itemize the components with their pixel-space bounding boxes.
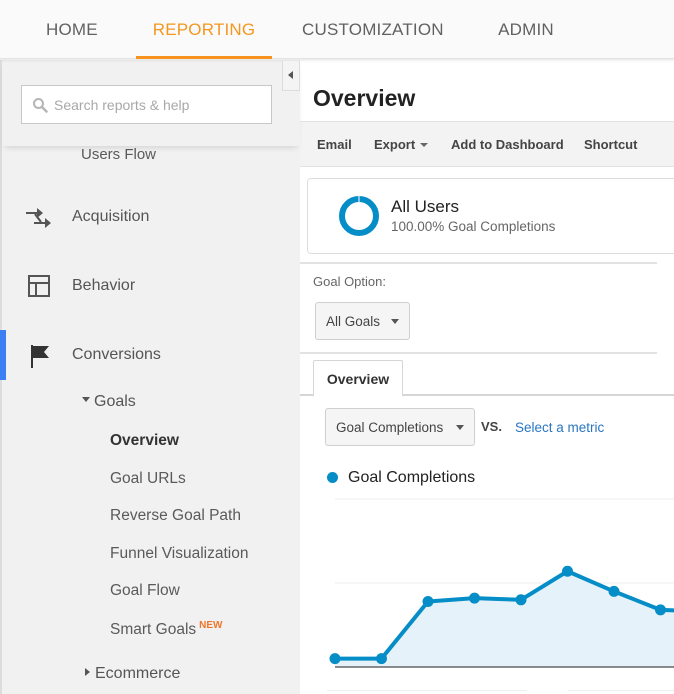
chart-data-point[interactable] — [422, 595, 434, 607]
sidebar-item-label: Behavior — [72, 277, 136, 294]
caret-right-icon — [85, 667, 90, 676]
search-area — [2, 60, 300, 146]
sidebar-item-goals[interactable]: Goals — [82, 393, 136, 411]
add-to-dashboard-button[interactable]: Add to Dashboard — [451, 137, 564, 152]
chevron-down-icon — [391, 319, 399, 324]
chart-data-point[interactable] — [329, 653, 341, 665]
behavior-layout-icon — [28, 275, 50, 297]
flag-icon — [31, 345, 49, 368]
sidebar-item-acquisition[interactable]: Acquisition — [2, 194, 300, 240]
search-input[interactable] — [54, 86, 266, 123]
vs-label: VS. — [481, 419, 502, 434]
export-button[interactable]: Export — [374, 137, 429, 152]
divider — [300, 352, 657, 354]
search-icon — [33, 98, 48, 113]
sidebar-item-reverse-goal-path[interactable]: Reverse Goal Path — [110, 507, 241, 525]
goal-option-select[interactable]: All Goals — [315, 302, 410, 340]
sidebar-item-conversions[interactable]: Conversions — [0, 330, 300, 380]
collapse-sidebar-button[interactable] — [282, 61, 300, 91]
goal-option-label: Goal Option: — [313, 274, 386, 289]
segment-card[interactable]: All Users 100.00% Goal Completions — [307, 178, 674, 254]
legend-label: Goal Completions — [348, 469, 476, 486]
tab-reporting[interactable]: REPORTING — [136, 0, 272, 59]
sidebar-item-users-flow[interactable]: Users Flow — [81, 146, 156, 163]
sidebar-item-goal-urls[interactable]: Goal URLs — [110, 470, 186, 488]
smart-goals-label: Smart Goals — [110, 621, 197, 639]
chart-data-point[interactable] — [515, 594, 527, 606]
chart-data-point[interactable] — [376, 653, 387, 665]
acquisition-arrows-icon — [26, 208, 51, 228]
metric-select-value: Goal Completions — [336, 420, 444, 435]
sidebar-item-label: Conversions — [72, 346, 161, 363]
sidebar-item-label: Acquisition — [72, 208, 150, 225]
segment-name: All Users — [391, 197, 460, 216]
tab-customization[interactable]: CUSTOMIZATION — [302, 0, 444, 59]
search-box[interactable] — [21, 85, 272, 124]
caret-down-icon — [82, 397, 90, 403]
sidebar-item-goals-overview[interactable]: Overview — [110, 432, 179, 450]
email-button[interactable]: Email — [317, 137, 352, 152]
tab-overview[interactable]: Overview — [313, 360, 403, 397]
chart-data-point[interactable] — [655, 604, 666, 616]
top-navigation: HOME REPORTING CUSTOMIZATION ADMIN — [0, 0, 674, 59]
chart-data-point[interactable] — [608, 585, 620, 597]
divider — [300, 262, 657, 264]
new-badge: NEW — [199, 620, 223, 631]
chart-data-point[interactable] — [469, 592, 480, 604]
ecommerce-label: Ecommerce — [95, 665, 181, 682]
divider — [568, 690, 674, 691]
shortcut-button[interactable]: Shortcut — [584, 137, 637, 152]
tab-admin[interactable]: ADMIN — [498, 0, 554, 59]
metric-select[interactable]: Goal Completions — [325, 408, 475, 446]
main-content: Overview Email Export Add to Dashboard S… — [300, 60, 674, 694]
tab-home[interactable]: HOME — [46, 0, 98, 59]
goal-completions-chart — [329, 498, 674, 668]
page-title: Overview — [313, 85, 416, 111]
sidebar-item-ecommerce[interactable]: Ecommerce — [82, 665, 180, 683]
report-toolbar: Email Export Add to Dashboard Shortcut — [300, 121, 674, 167]
sidebar-item-behavior[interactable]: Behavior — [2, 263, 300, 309]
chevron-down-icon — [456, 425, 464, 430]
goal-option-value: All Goals — [326, 314, 381, 329]
divider — [327, 690, 527, 691]
sidebar: Users Flow Acquisition Behavior Conversi… — [0, 60, 300, 694]
sidebar-item-funnel-visualization[interactable]: Funnel Visualization — [110, 545, 248, 563]
segment-donut-icon — [339, 195, 379, 236]
chart-data-point[interactable] — [562, 565, 573, 577]
segment-summary: 100.00% Goal Completions — [391, 219, 556, 234]
sidebar-item-smart-goals[interactable]: Smart Goals NEW — [110, 620, 222, 639]
chevron-down-icon — [420, 142, 429, 147]
goals-label: Goals — [94, 393, 136, 410]
select-a-metric-link[interactable]: Select a metric — [515, 420, 604, 435]
legend-color-dot — [327, 472, 338, 483]
sidebar-item-goal-flow[interactable]: Goal Flow — [110, 582, 180, 600]
export-label: Export — [374, 137, 416, 152]
